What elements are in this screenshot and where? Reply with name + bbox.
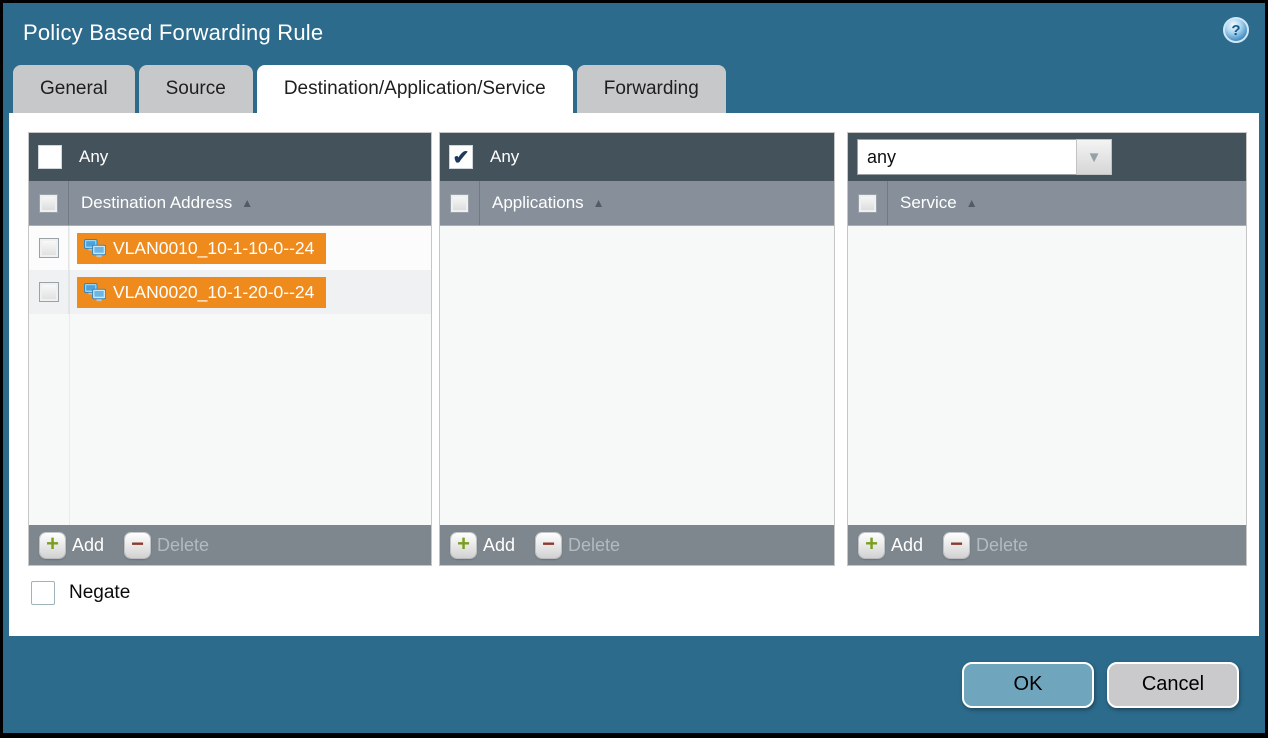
applications-header-label[interactable]: Applications ▲ xyxy=(492,193,605,213)
applications-any-label: Any xyxy=(490,147,519,167)
destination-any-bar: Any xyxy=(29,133,431,181)
delete-minus-icon: − xyxy=(131,533,144,555)
tab-forwarding[interactable]: Forwarding xyxy=(577,65,726,113)
check-icon: ✔ xyxy=(453,145,470,170)
dialog-footer: OK Cancel xyxy=(3,636,1265,733)
service-toolbar: + Add − Delete xyxy=(848,525,1246,565)
service-list-body xyxy=(848,226,1246,525)
destination-row-2[interactable]: VLAN0020_10-1-20-0--24 xyxy=(29,270,431,314)
delete-minus-icon: − xyxy=(542,533,555,555)
tab-destination-application-service[interactable]: Destination/Application/Service xyxy=(257,65,573,113)
service-dropdown-button[interactable]: ▼ xyxy=(1076,139,1112,175)
destination-address-column: Any Destination Address ▲ xyxy=(28,132,432,566)
network-address-icon xyxy=(84,283,106,302)
cancel-button[interactable]: Cancel xyxy=(1107,662,1239,708)
tab-general[interactable]: General xyxy=(13,65,135,113)
tab-bar: General Source Destination/Application/S… xyxy=(3,63,1265,113)
add-plus-icon: + xyxy=(865,533,878,555)
sort-asc-icon[interactable]: ▲ xyxy=(241,196,253,210)
service-header-label[interactable]: Service ▲ xyxy=(900,193,978,213)
help-icon[interactable]: ? xyxy=(1223,17,1249,43)
sort-asc-icon[interactable]: ▲ xyxy=(593,196,605,210)
delete-minus-icon: − xyxy=(950,533,963,555)
chevron-down-icon: ▼ xyxy=(1087,149,1102,166)
negate-checkbox[interactable] xyxy=(31,581,55,605)
negate-label: Negate xyxy=(69,582,130,604)
service-add-button[interactable]: + Add xyxy=(859,533,923,558)
applications-any-checkbox[interactable]: ✔ xyxy=(449,145,473,169)
applications-list-body xyxy=(440,226,834,525)
destination-header-label[interactable]: Destination Address ▲ xyxy=(81,193,253,213)
tab-content-panel: Any Destination Address ▲ xyxy=(9,113,1259,636)
add-plus-icon: + xyxy=(46,533,59,555)
columns-container: Any Destination Address ▲ xyxy=(28,132,1259,566)
service-any-bar: ▼ xyxy=(848,133,1246,181)
service-select-all-checkbox[interactable] xyxy=(858,194,877,213)
destination-row-1-chip[interactable]: VLAN0010_10-1-10-0--24 xyxy=(77,233,326,264)
service-delete-button[interactable]: − Delete xyxy=(944,533,1028,558)
service-column: ▼ Service ▲ + Add xyxy=(847,132,1247,566)
dialog-title: Policy Based Forwarding Rule xyxy=(23,20,323,46)
service-dropdown: ▼ xyxy=(857,139,1112,175)
service-column-header: Service ▲ xyxy=(848,181,1246,226)
destination-any-checkbox[interactable] xyxy=(38,145,62,169)
destination-toolbar: + Add − Delete xyxy=(29,525,431,565)
applications-any-bar: ✔ Any xyxy=(440,133,834,181)
applications-delete-button[interactable]: − Delete xyxy=(536,533,620,558)
destination-row-1[interactable]: VLAN0010_10-1-10-0--24 xyxy=(29,226,431,270)
applications-select-all-checkbox[interactable] xyxy=(450,194,469,213)
destination-delete-button[interactable]: − Delete xyxy=(125,533,209,558)
applications-column: ✔ Any Applications ▲ + Add xyxy=(439,132,835,566)
destination-row-1-checkbox[interactable] xyxy=(39,238,59,258)
service-dropdown-input[interactable] xyxy=(857,139,1076,175)
destination-add-button[interactable]: + Add xyxy=(40,533,104,558)
sort-asc-icon[interactable]: ▲ xyxy=(966,196,978,210)
destination-row-1-label: VLAN0010_10-1-10-0--24 xyxy=(113,238,314,259)
applications-column-header: Applications ▲ xyxy=(440,181,834,226)
add-plus-icon: + xyxy=(457,533,470,555)
policy-based-forwarding-dialog: Policy Based Forwarding Rule ? General S… xyxy=(0,0,1268,738)
tab-source[interactable]: Source xyxy=(139,65,253,113)
destination-row-2-checkbox[interactable] xyxy=(39,282,59,302)
destination-select-all-checkbox[interactable] xyxy=(39,194,58,213)
destination-any-label: Any xyxy=(79,147,108,167)
negate-row: Negate xyxy=(31,581,1259,605)
network-address-icon xyxy=(84,239,106,258)
ok-button[interactable]: OK xyxy=(962,662,1094,708)
dialog-titlebar: Policy Based Forwarding Rule ? xyxy=(3,3,1265,63)
destination-row-2-label: VLAN0020_10-1-20-0--24 xyxy=(113,282,314,303)
destination-column-header: Destination Address ▲ xyxy=(29,181,431,226)
destination-list-body: VLAN0010_10-1-10-0--24 xyxy=(29,226,431,525)
destination-row-2-chip[interactable]: VLAN0020_10-1-20-0--24 xyxy=(77,277,326,308)
applications-toolbar: + Add − Delete xyxy=(440,525,834,565)
applications-add-button[interactable]: + Add xyxy=(451,533,515,558)
